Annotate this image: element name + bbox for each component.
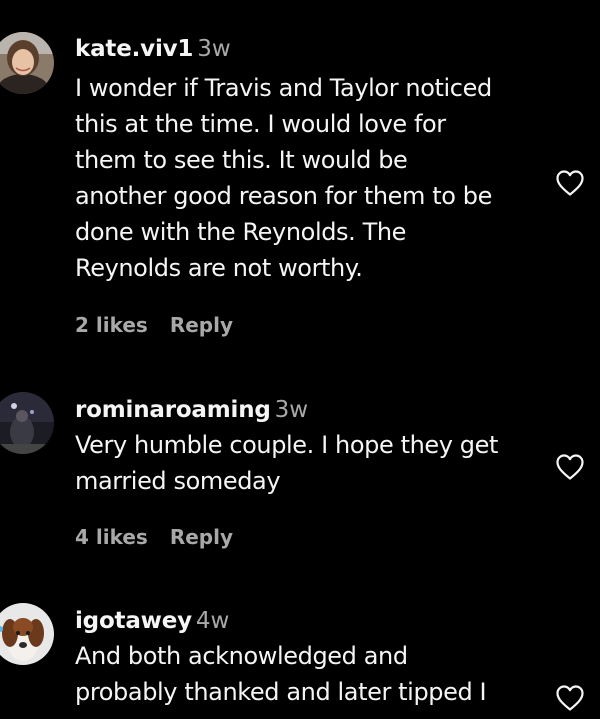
comment-timestamp: 3w <box>197 36 231 62</box>
user-avatar[interactable] <box>0 32 54 94</box>
comment-header: rominaroaming 3w <box>75 395 545 425</box>
comment-text-line: And both acknowledged and <box>75 642 408 670</box>
comment-text-line: done with the Reynolds. The <box>75 218 407 246</box>
comment-text-line: Very humble couple. I hope they get <box>75 431 498 459</box>
comment-timestamp: 3w <box>274 397 309 423</box>
comment-text-line: them to see this. It would be <box>75 146 408 174</box>
reply-button[interactable]: Reply <box>170 313 233 337</box>
reply-button[interactable]: Reply <box>170 525 233 549</box>
comment-text-line: this at the time. I would love for <box>75 110 446 138</box>
user-avatar[interactable] <box>0 603 54 665</box>
comment-actions: 2 likes Reply <box>75 313 233 337</box>
heart-outline-icon[interactable] <box>555 169 585 197</box>
heart-outline-icon[interactable] <box>555 684 585 712</box>
user-avatar[interactable] <box>0 392 54 454</box>
comment-text: Very humble couple. I hope they get marr… <box>75 427 545 499</box>
comment-username[interactable]: rominaroaming <box>75 397 271 423</box>
comment-text-line: probably thanked and later tipped I <box>75 678 487 706</box>
comment-text-line: married someday <box>75 467 281 495</box>
comment-header: igotawey 4w <box>75 606 545 636</box>
heart-outline-icon[interactable] <box>555 453 585 481</box>
likes-count-link[interactable]: 4 likes <box>75 525 148 549</box>
comment-text-line: Reynolds are not worthy. <box>75 254 363 282</box>
comment-text-line: another good reason for them to be <box>75 182 492 210</box>
comment-username[interactable]: igotawey <box>75 608 192 634</box>
likes-count-link[interactable]: 2 likes <box>75 313 148 337</box>
comment-text-line: I wonder if Travis and Taylor noticed <box>75 74 492 102</box>
comment-actions: 4 likes Reply <box>75 525 233 549</box>
comment-timestamp: 4w <box>195 608 230 634</box>
comment-username[interactable]: kate.viv1 <box>75 36 193 62</box>
comment-text: And both acknowledged and probably thank… <box>75 638 545 710</box>
comment-text: I wonder if Travis and Taylor noticed th… <box>75 70 545 286</box>
comment-header: kate.viv1 3w <box>75 34 545 64</box>
